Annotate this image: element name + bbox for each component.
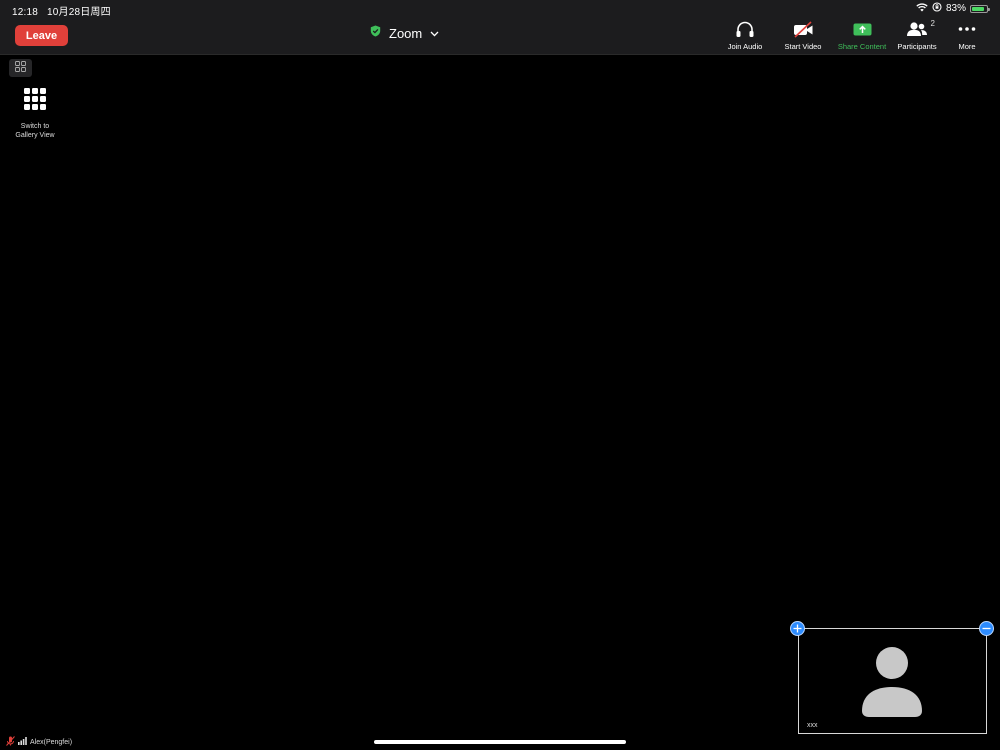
shield-check-icon [370, 24, 381, 42]
self-view-name: xxx [807, 722, 818, 729]
plus-icon [793, 620, 802, 638]
top-bar: 12:18 10月28日周四 83% Leave Zoom Join Audio… [0, 0, 1000, 55]
share-content-button[interactable]: Share Content [832, 20, 892, 51]
gallery-label-line2: Gallery View [15, 131, 55, 139]
battery-fill [972, 6, 984, 11]
more-button[interactable]: More [942, 20, 992, 51]
meeting-toolbar: Join Audio Start Video Share Content 2 P… [716, 19, 992, 51]
home-indicator[interactable] [374, 740, 626, 744]
start-video-button[interactable]: Start Video [774, 20, 832, 51]
minus-icon [982, 620, 991, 638]
share-up-arrow-icon [853, 20, 872, 38]
start-video-label: Start Video [784, 42, 822, 51]
grid-icon [15, 59, 26, 77]
switch-to-gallery-button[interactable]: Switch to Gallery View [8, 88, 62, 140]
user-name-label: Alex(Pengfei) [30, 738, 73, 746]
meeting-title-dropdown[interactable]: Zoom [370, 24, 439, 42]
chevron-down-icon [430, 24, 439, 42]
headphones-icon [735, 20, 755, 38]
person-icon [861, 645, 923, 724]
people-icon [906, 20, 928, 38]
battery-percent: 83% [945, 3, 966, 14]
view-toggle-button[interactable] [9, 59, 32, 77]
participants-label: Participants [897, 42, 937, 51]
leave-button[interactable]: Leave [15, 25, 68, 46]
meeting-title: Zoom [389, 25, 423, 41]
zoom-meeting-screen: 12:18 10月28日周四 83% Leave Zoom Join Audio… [0, 0, 1000, 750]
status-date: 10月28日周四 [46, 7, 111, 18]
share-content-label: Share Content [837, 42, 887, 51]
wifi-icon [916, 2, 928, 15]
more-label: More [958, 42, 976, 51]
keypad-grid-icon [24, 88, 46, 115]
battery-icon [970, 4, 990, 13]
gallery-label-line1: Switch to [20, 123, 50, 130]
participants-count: 2 [930, 19, 935, 28]
expand-tile-button[interactable] [790, 621, 805, 636]
status-time-date: 12:18 10月28日周四 [12, 3, 111, 18]
ellipsis-icon [958, 20, 976, 38]
orientation-lock-icon [932, 2, 942, 15]
join-audio-button[interactable]: Join Audio [716, 20, 774, 51]
self-video-tile[interactable]: xxx [798, 628, 987, 734]
signal-bars-icon [18, 737, 27, 747]
status-indicators: 83% [916, 2, 990, 15]
mic-muted-icon [6, 736, 15, 748]
minimize-tile-button[interactable] [979, 621, 994, 636]
participants-button[interactable]: 2 Participants [892, 19, 942, 51]
active-speaker-status: Alex(Pengfei) [6, 736, 72, 748]
switch-to-gallery-label: Switch to Gallery View [15, 123, 54, 140]
status-time: 12:18 [12, 7, 39, 18]
video-off-icon [793, 20, 814, 38]
join-audio-label: Join Audio [727, 42, 763, 51]
